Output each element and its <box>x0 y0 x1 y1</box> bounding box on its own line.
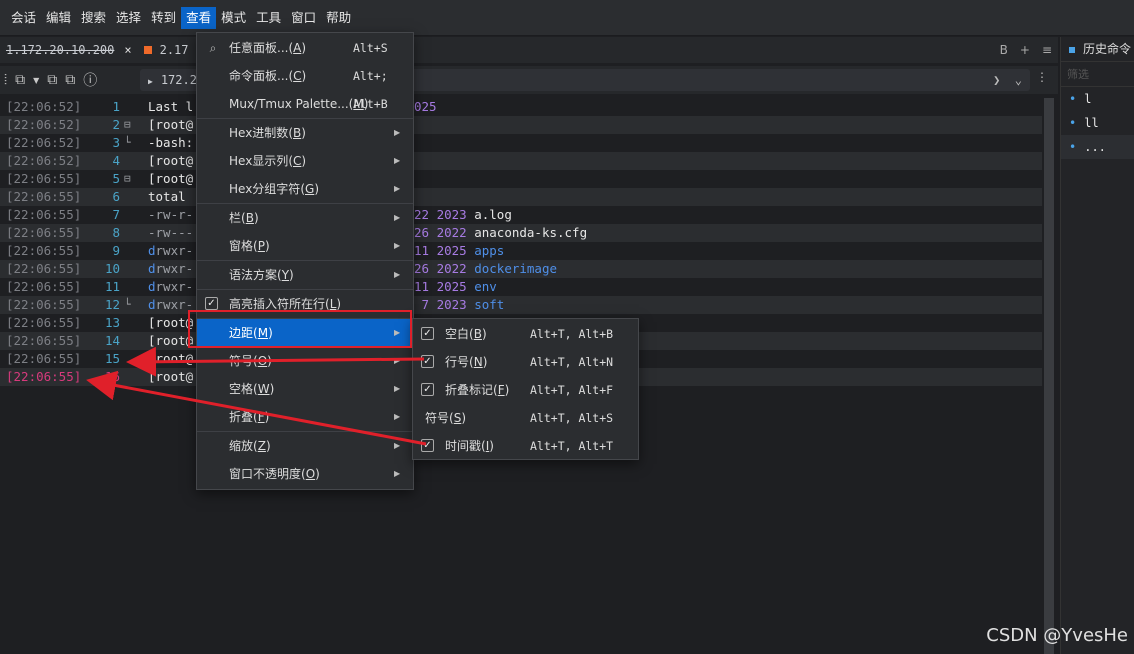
app-window: { "menubar":{"items":["会话","编辑","搜索","选择… <box>0 0 1134 654</box>
annotation-arrow-timestamp <box>86 370 427 446</box>
annotation-arrow-line-number <box>126 346 425 377</box>
annotation-arrows <box>86 346 427 446</box>
